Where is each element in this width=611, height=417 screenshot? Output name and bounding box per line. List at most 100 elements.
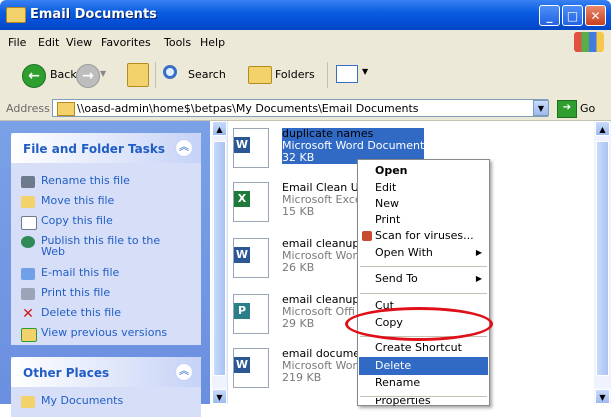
task-label: Move this file — [41, 194, 115, 207]
menu-create-shortcut[interactable]: Create Shortcut — [359, 339, 488, 357]
folder-icon — [6, 7, 26, 23]
go-button-label[interactable]: Go — [580, 102, 595, 115]
scroll-thumb[interactable] — [213, 141, 226, 376]
scroll-up-icon[interactable]: ▲ — [212, 121, 227, 136]
menu-edit[interactable]: Edit — [38, 36, 59, 49]
task-pane: File and Folder Tasks ︽ Rename this file… — [0, 121, 210, 417]
menu-help[interactable]: Help — [200, 36, 225, 49]
maximize-button[interactable]: □ — [562, 5, 583, 26]
search-button-label[interactable]: Search — [188, 68, 226, 81]
search-icon[interactable] — [163, 65, 177, 79]
scrollbar[interactable]: ▲ ▼ — [212, 121, 228, 404]
menu-label: Open With — [375, 246, 433, 259]
file-size: 29 KB — [282, 317, 315, 330]
scroll-down-icon[interactable]: ▼ — [595, 389, 610, 404]
close-button[interactable]: ✕ — [585, 5, 606, 26]
folders-icon[interactable] — [248, 66, 272, 84]
menu-separator — [360, 396, 487, 397]
menu-open[interactable]: Open — [359, 162, 488, 180]
file-text: Email Clean Up Microsoft Excel 15 KB — [282, 182, 366, 218]
rename-icon — [21, 176, 35, 188]
window-title: Email Documents — [30, 7, 157, 22]
publish-web-icon — [21, 236, 35, 248]
views-icon[interactable] — [336, 65, 358, 83]
forward-arrow-icon[interactable]: → — [76, 64, 100, 88]
panel-title: File and Folder Tasks — [23, 142, 166, 156]
menu-separator — [360, 293, 487, 294]
title-bar[interactable]: Email Documents _ □ ✕ — [0, 0, 611, 30]
file-size: 26 KB — [282, 261, 315, 274]
menu-open-with[interactable]: Open With ▶ — [359, 244, 488, 262]
scroll-up-icon[interactable]: ▲ — [595, 121, 610, 136]
file-size: 15 KB — [282, 205, 315, 218]
other-places-panel: Other Places ︽ My Documents — [11, 357, 201, 417]
submenu-arrow-icon: ▶ — [475, 248, 482, 257]
forward-dropdown-icon[interactable]: ▼ — [100, 69, 106, 78]
word-doc-icon: W — [233, 128, 269, 168]
views-dropdown-icon[interactable]: ▼ — [362, 67, 368, 76]
toolbar-separator — [327, 62, 328, 88]
back-button-label[interactable]: Back — [50, 68, 77, 81]
file-folder-tasks-panel: File and Folder Tasks ︽ Rename this file… — [11, 133, 201, 345]
menu-copy[interactable]: Copy — [359, 314, 488, 332]
menu-send-to[interactable]: Send To ▶ — [359, 270, 488, 288]
address-input[interactable]: \\oasd-admin\home$\betpas\My Documents\E… — [52, 99, 548, 117]
scroll-thumb[interactable] — [596, 141, 609, 376]
excel-doc-icon: X — [233, 182, 269, 222]
collapse-icon[interactable]: ︽ — [175, 363, 193, 381]
menu-file[interactable]: File — [8, 36, 26, 49]
print-icon — [21, 288, 35, 300]
menu-label: Send To — [375, 272, 418, 285]
menu-rename[interactable]: Rename — [359, 374, 488, 392]
task-label: Copy this file — [41, 214, 113, 227]
folders-button-label[interactable]: Folders — [275, 68, 315, 81]
context-menu: Open Edit New Print Scan for viruses... … — [357, 159, 490, 406]
address-path: \\oasd-admin\home$\betpas\My Documents\E… — [77, 102, 419, 115]
minimize-button[interactable]: _ — [539, 5, 560, 26]
panel-header[interactable]: File and Folder Tasks ︽ — [11, 133, 201, 163]
menu-cut[interactable]: Cut — [359, 297, 488, 315]
task-label: View previous versions — [41, 326, 168, 339]
delete-icon: ✕ — [22, 306, 34, 322]
task-label: My Documents — [41, 394, 124, 407]
back-arrow-icon[interactable]: ← — [22, 64, 46, 88]
go-arrow-icon[interactable]: ➔ — [557, 100, 577, 118]
scrollbar[interactable]: ▲ ▼ — [594, 121, 611, 404]
folder-icon — [21, 396, 35, 408]
panel-title: Other Places — [23, 366, 110, 380]
word-doc-icon: W — [233, 238, 269, 278]
collapse-icon[interactable]: ︽ — [175, 139, 193, 157]
menu-separator — [360, 336, 487, 337]
menu-properties[interactable]: Properties — [359, 398, 488, 406]
toolbar: ← Back ▼ → ▼ Search Folders ▼ — [0, 54, 611, 97]
folder-icon — [57, 102, 75, 116]
panel-header[interactable]: Other Places ︽ — [11, 357, 201, 387]
submenu-arrow-icon: ▶ — [475, 274, 482, 283]
scroll-down-icon[interactable]: ▼ — [212, 389, 227, 404]
versions-icon — [21, 328, 37, 342]
menu-delete[interactable]: Delete — [359, 357, 488, 375]
task-label: E-mail this file — [41, 266, 120, 279]
email-icon — [21, 268, 35, 280]
file-text: email cleanup Microsoft Word 26 KB — [282, 238, 364, 274]
windows-logo-icon — [574, 32, 604, 52]
file-text: email cleanup Microsoft Offi 29 KB — [282, 294, 359, 330]
address-bar: Address \\oasd-admin\home$\betpas\My Doc… — [0, 96, 611, 121]
folder-up-icon[interactable] — [127, 63, 149, 87]
address-dropdown-icon[interactable]: ▼ — [533, 100, 549, 116]
address-label: Address — [6, 102, 50, 115]
menu-favorites[interactable]: Favorites — [101, 36, 151, 49]
menu-label: Scan for viruses... — [375, 229, 474, 242]
toolbar-separator — [155, 62, 156, 88]
task-label: Delete this file — [41, 306, 121, 319]
menu-scan-viruses[interactable]: Scan for viruses... — [359, 227, 488, 245]
virus-scan-icon — [362, 231, 372, 241]
task-label: Print this file — [41, 286, 111, 299]
move-icon — [21, 196, 35, 208]
menu-view[interactable]: View — [66, 36, 92, 49]
copy-icon — [21, 216, 37, 230]
menu-tools[interactable]: Tools — [164, 36, 191, 49]
word-doc-icon: W — [233, 348, 269, 388]
publisher-doc-icon: P — [233, 294, 269, 334]
task-label: Web — [41, 245, 65, 258]
